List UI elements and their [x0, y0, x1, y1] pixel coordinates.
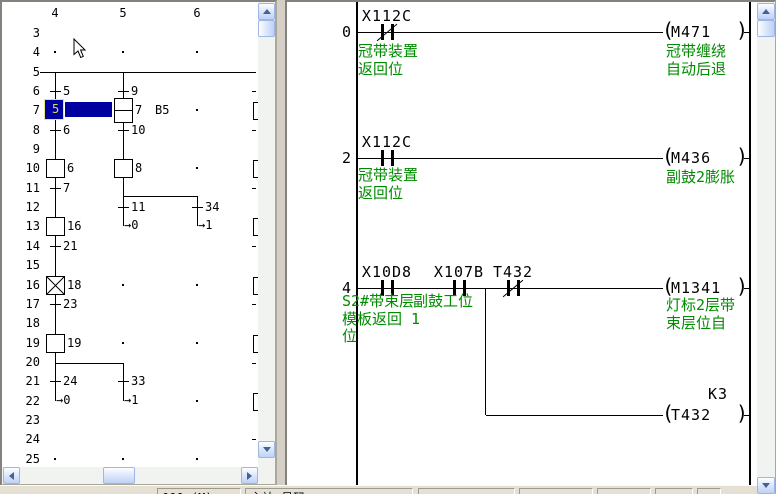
- scroll-up-icon: [263, 5, 271, 14]
- ladder-vscrollbar-track[interactable]: [757, 2, 775, 494]
- status-panel: [519, 488, 593, 494]
- status-panel: [697, 488, 721, 494]
- status-panel: [597, 488, 651, 494]
- sfc-scroll-left-button[interactable]: [3, 467, 20, 484]
- scroll-left-icon: [5, 472, 14, 480]
- status-panel: [655, 488, 693, 494]
- status-bar: 000 (M) 主站 号码:: [0, 485, 757, 494]
- sfc-vscroll-thumb[interactable]: [258, 20, 275, 37]
- scroll-up-icon: [762, 5, 770, 14]
- sfc-hscroll-thumb[interactable]: [103, 467, 135, 484]
- ladder-pane: [285, 0, 776, 494]
- status-panel-station: 主站 号码:: [245, 488, 413, 494]
- status-panel: [418, 488, 515, 494]
- sfc-scroll-right-button[interactable]: [241, 467, 258, 484]
- sfc-diagram-pane: [0, 0, 277, 486]
- scroll-down-icon: [263, 447, 271, 456]
- status-panel-plc: 000 (M): [157, 488, 241, 494]
- scroll-right-icon: [247, 472, 256, 480]
- ladder-scroll-down-button[interactable]: [757, 477, 775, 494]
- sfc-scroll-up-button[interactable]: [258, 3, 275, 20]
- sfc-vscrollbar-track[interactable]: [258, 2, 275, 484]
- scroll-down-icon: [762, 483, 770, 492]
- ladder-scroll-up-button[interactable]: [757, 3, 775, 20]
- sfc-scroll-down-button[interactable]: [258, 441, 275, 458]
- ladder-vscroll-thumb[interactable]: [757, 20, 775, 37]
